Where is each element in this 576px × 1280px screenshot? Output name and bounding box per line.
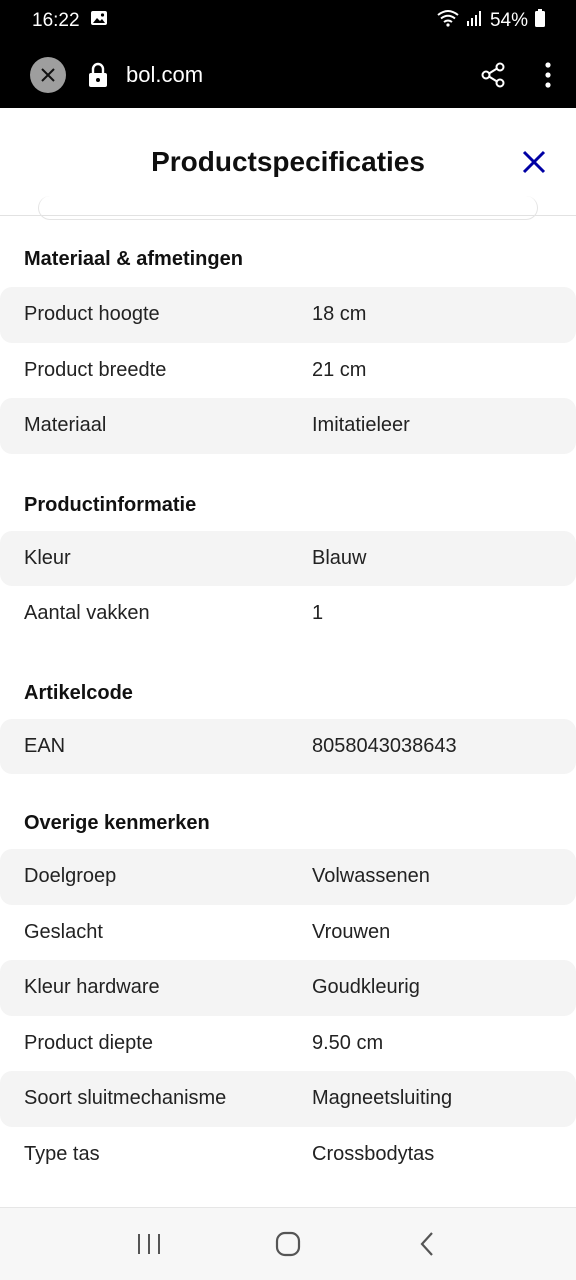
spec-row: Product diepte 9.50 cm: [0, 1016, 576, 1072]
spec-value: 21 cm: [312, 358, 367, 381]
spec-label: Soort sluitmechanisme: [24, 1087, 227, 1110]
spec-rows: Doelgroep Volwassenen Geslacht Vrouwen Kle…: [0, 849, 576, 1182]
spec-value: Volwassenen: [312, 865, 430, 888]
spec-row: Product hoogte 18 cm: [0, 287, 576, 343]
close-icon: [522, 150, 546, 174]
spec-label: Kleur: [24, 546, 71, 569]
spec-value: 18 cm: [312, 303, 367, 326]
status-left: 16:22: [32, 9, 108, 33]
section-title: Productinformatie: [24, 493, 197, 516]
close-tab-button[interactable]: [30, 57, 66, 93]
spec-value: Magneetsluiting: [312, 1087, 453, 1110]
spec-label: Product diepte: [24, 1031, 153, 1054]
lock-icon: [88, 62, 108, 88]
spec-row: Doelgroep Volwassenen: [0, 849, 576, 905]
browser-toolbar: bol.com: [0, 42, 576, 108]
status-right: 54%: [436, 9, 546, 33]
spec-value: Vrouwen: [312, 920, 391, 943]
spec-label: Doelgroep: [24, 865, 117, 888]
close-icon: [41, 68, 55, 82]
spec-section: Overige kenmerken Doelgroep Volwassenen G…: [0, 774, 576, 1182]
spec-row: EAN 8058043038643: [0, 718, 576, 774]
battery-icon: [534, 9, 546, 33]
home-icon[interactable]: [258, 1219, 318, 1269]
spec-label: Product breedte: [24, 358, 167, 381]
spec-section: Materiaal & afmetingen Product hoogte 18 …: [0, 217, 576, 454]
spec-label: Product hoogte: [24, 303, 160, 326]
spec-row: Product breedte 21 cm: [0, 343, 576, 399]
spec-value: 1: [312, 602, 324, 625]
spec-value: Goudkleurig: [312, 976, 420, 999]
spec-rows: Kleur Blauw Aantal vakken 1: [0, 530, 576, 642]
signal-icon: [466, 9, 484, 33]
spec-row: Aantal vakken 1: [0, 586, 576, 642]
spec-value: Crossbodytas: [312, 1142, 435, 1165]
spec-section: Artikelcode EAN 8058043038643: [0, 642, 576, 774]
close-sheet-button[interactable]: [520, 148, 548, 176]
spec-label: EAN: [24, 734, 66, 757]
spec-label: Aantal vakken: [24, 602, 150, 625]
spec-value: Imitatieleer: [312, 414, 410, 437]
spec-row: Geslacht Vrouwen: [0, 905, 576, 961]
back-icon[interactable]: [397, 1219, 457, 1269]
spec-row: Soort sluitmechanisme Magneetsluiting: [0, 1071, 576, 1127]
spec-rows: Product hoogte 18 cm Product breedte 21 cm…: [0, 287, 576, 454]
spec-label: Materiaal: [24, 414, 107, 437]
status-bar: 16:22 54%: [0, 0, 576, 42]
spec-label: Type tas: [24, 1142, 100, 1165]
page-title: Productspecificaties: [151, 145, 425, 177]
recents-icon[interactable]: [119, 1219, 179, 1269]
wifi-icon: [436, 9, 460, 33]
spec-value: 8058043038643: [312, 734, 457, 757]
spec-row: Type tas Crossbodytas: [0, 1127, 576, 1183]
specifications-list[interactable]: Materiaal & afmetingen Product hoogte 18 …: [0, 217, 576, 1207]
share-icon[interactable]: [480, 62, 506, 88]
spec-label: Geslacht: [24, 920, 103, 943]
spec-row: Kleur Blauw: [0, 530, 576, 586]
spec-value: 9.50 cm: [312, 1031, 384, 1054]
section-title: Overige kenmerken: [24, 812, 210, 834]
spec-label: Kleur hardware: [24, 976, 160, 999]
spec-section: Productinformatie Kleur Blauw Aantal vakk…: [0, 454, 576, 642]
spec-rows: EAN 8058043038643: [0, 718, 576, 774]
image-icon: [90, 9, 108, 33]
spec-row: Kleur hardware Goudkleurig: [0, 960, 576, 1016]
more-vert-icon[interactable]: [544, 61, 552, 89]
status-time: 16:22: [32, 10, 80, 31]
system-nav-bar: [0, 1207, 576, 1280]
battery-percent: 54%: [489, 10, 528, 31]
spec-row: Materiaal Imitatieleer: [0, 398, 576, 454]
section-title: Materiaal & afmetingen: [24, 248, 243, 270]
section-title: Artikelcode: [24, 681, 133, 704]
url-text[interactable]: bol.com: [126, 62, 203, 88]
spec-value: Blauw: [312, 546, 367, 569]
